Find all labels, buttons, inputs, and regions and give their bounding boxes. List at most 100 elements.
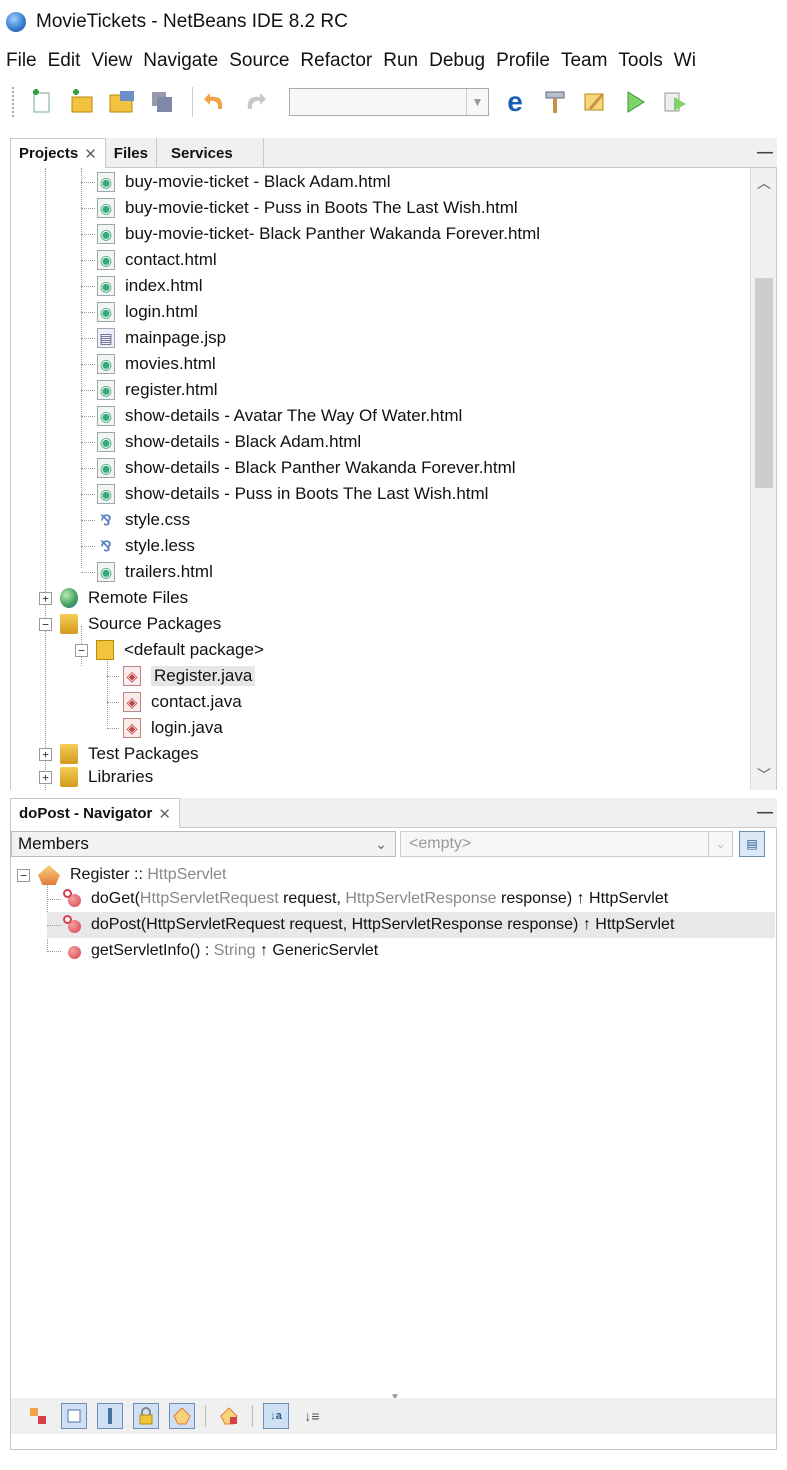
tree-node-libraries[interactable]: + Libraries	[39, 764, 153, 790]
navigator-member[interactable]: getServletInfo() : String ↑ GenericServl…	[47, 938, 378, 964]
navigator-member-selected[interactable]: doPost( HttpServletRequest request, Http…	[47, 912, 775, 938]
menu-refactor[interactable]: Refactor	[300, 50, 372, 72]
expand-icon[interactable]: +	[39, 591, 52, 605]
chevron-down-icon[interactable]: ⌄	[708, 832, 732, 856]
toolbar-grip[interactable]	[12, 87, 16, 117]
minimize-icon[interactable]: —	[753, 138, 777, 167]
menu-run[interactable]: Run	[383, 50, 418, 72]
members-dropdown-value: Members	[18, 834, 89, 853]
sort-by-source-icon[interactable]: ↓≡	[299, 1403, 325, 1429]
toolbar-separator	[192, 87, 193, 117]
class-superclass: HttpServlet	[147, 866, 227, 883]
menu-file[interactable]: File	[6, 50, 37, 72]
member-param-type: HttpServletRequest	[139, 890, 279, 907]
tree-item-java-file[interactable]: ◈ Register.java	[107, 663, 256, 689]
tree-item-web-file[interactable]: ◉ buy-movie-ticket- Black Panther Wakand…	[81, 221, 540, 247]
tree-item-java-file[interactable]: ◈ contact.java	[107, 689, 242, 715]
tree-node-remote-files[interactable]: + Remote Files	[39, 585, 188, 611]
tree-item-web-file[interactable]: ◉ buy-movie-ticket - Puss in Boots The L…	[81, 195, 518, 221]
tree-item-web-file[interactable]: ◉ show-details - Black Panther Wakanda F…	[81, 455, 516, 481]
collapse-icon[interactable]: −	[17, 868, 30, 882]
new-project-icon[interactable]	[66, 87, 98, 117]
navigator-filter-placeholder: <empty>	[409, 835, 472, 852]
tree-item-web-file[interactable]: ◉ trailers.html	[81, 559, 213, 585]
close-icon[interactable]: ✕	[158, 805, 171, 823]
tree-item-web-file[interactable]: ◉ movies.html	[81, 351, 216, 377]
menu-source[interactable]: Source	[229, 50, 289, 72]
new-file-icon[interactable]	[26, 87, 58, 117]
tree-item-web-file[interactable]: ◉ register.html	[81, 377, 218, 403]
tab-navigator[interactable]: doPost - Navigator ✕	[10, 798, 180, 828]
menu-profile[interactable]: Profile	[496, 50, 550, 72]
menu-team[interactable]: Team	[561, 50, 607, 72]
open-project-icon[interactable]	[106, 87, 138, 117]
tree-node-default-package[interactable]: − <default package>	[75, 637, 264, 663]
tree-item-web-file[interactable]: ◉ show-details - Black Adam.html	[81, 429, 361, 455]
menu-tools[interactable]: Tools	[618, 50, 662, 72]
tree-node-source-packages[interactable]: − Source Packages	[39, 611, 221, 637]
tree-item-web-file[interactable]: ◉ login.html	[81, 299, 198, 325]
browser-icon[interactable]: e	[499, 86, 531, 117]
save-all-icon[interactable]	[146, 87, 178, 117]
navigator-filter-combo[interactable]: <empty> ⌄	[400, 831, 733, 857]
show-static-icon[interactable]	[97, 1403, 123, 1429]
navigator-class-node[interactable]: − Register :: HttpServlet	[17, 862, 227, 888]
tree-item-web-file[interactable]: ◉ buy-movie-ticket - Black Adam.html	[81, 169, 390, 195]
build-hammer-icon[interactable]	[539, 87, 571, 117]
show-fields-icon[interactable]	[61, 1403, 87, 1429]
menu-edit[interactable]: Edit	[48, 50, 81, 72]
minimize-icon[interactable]: —	[753, 798, 777, 827]
tree-item-web-file[interactable]: ▤ mainpage.jsp	[81, 325, 226, 351]
navigator-bottom-toolbar: ↓a ↓≡	[10, 1398, 777, 1434]
menu-debug[interactable]: Debug	[429, 50, 485, 72]
run-icon[interactable]	[619, 87, 651, 117]
tree-item-label: show-details - Puss in Boots The Last Wi…	[125, 484, 489, 503]
tab-projects[interactable]: Projects ✕	[10, 138, 106, 168]
tab-services[interactable]: Services	[157, 138, 264, 168]
html-file-icon: ◉	[97, 198, 115, 218]
tree-item-java-file[interactable]: ◈ login.java	[107, 715, 223, 741]
members-dropdown[interactable]: Members ⌄	[11, 831, 396, 857]
tab-files[interactable]: Files	[106, 138, 157, 168]
navigator-member[interactable]: doGet( HttpServletRequest request, HttpS…	[47, 886, 668, 912]
tab-services-label: Services	[170, 144, 233, 162]
chevron-down-icon[interactable]: ▼	[466, 89, 488, 115]
filter-options-icon[interactable]: ▤	[739, 831, 765, 857]
main-toolbar: ▼ e	[0, 80, 787, 124]
tree-scrollbar[interactable]: ︿ ﹀	[750, 168, 776, 790]
show-non-public-icon[interactable]	[169, 1403, 195, 1429]
inherited-members-icon[interactable]	[25, 1403, 51, 1429]
java-file-icon: ◈	[123, 718, 141, 738]
tree-item-web-file[interactable]: ⅋ style.less	[81, 533, 195, 559]
tree-item-web-file[interactable]: ◉ contact.html	[81, 247, 217, 273]
close-icon[interactable]: ✕	[84, 145, 97, 163]
tree-item-web-file[interactable]: ◉ index.html	[81, 273, 202, 299]
class-name: Register	[70, 866, 130, 883]
chevron-down-icon[interactable]: ﹀	[751, 764, 776, 786]
scrollbar-thumb[interactable]	[755, 278, 773, 488]
show-inner-classes-icon[interactable]	[216, 1403, 242, 1429]
expand-icon[interactable]: +	[39, 770, 52, 784]
debug-icon[interactable]	[659, 87, 691, 117]
lock-icon[interactable]	[133, 1403, 159, 1429]
undo-icon[interactable]	[199, 87, 231, 117]
menu-view[interactable]: View	[91, 50, 132, 72]
clean-build-icon[interactable]	[579, 87, 611, 117]
redo-icon[interactable]	[239, 87, 271, 117]
html-file-icon: ◉	[97, 380, 115, 400]
tree-item-web-file[interactable]: ◉ show-details - Avatar The Way Of Water…	[81, 403, 462, 429]
collapse-icon[interactable]: −	[75, 643, 88, 657]
collapse-icon[interactable]: −	[39, 617, 52, 631]
menu-navigate[interactable]: Navigate	[143, 50, 218, 72]
chevron-down-icon[interactable]: ⌄	[375, 836, 387, 853]
chevron-up-icon[interactable]: ︿	[751, 172, 776, 194]
tree-item-web-file[interactable]: ◉ show-details - Puss in Boots The Last …	[81, 481, 488, 507]
menu-window[interactable]: Wi	[674, 50, 696, 72]
tree-item-label: contact.java	[151, 692, 242, 711]
sort-by-name-icon[interactable]: ↓a	[263, 1403, 289, 1429]
member-param: response)	[496, 890, 577, 907]
configuration-combo[interactable]: ▼	[289, 88, 489, 116]
tab-projects-label: Projects	[19, 145, 79, 162]
expand-icon[interactable]: +	[39, 747, 52, 761]
tree-item-web-file[interactable]: ⅋ style.css	[81, 507, 190, 533]
